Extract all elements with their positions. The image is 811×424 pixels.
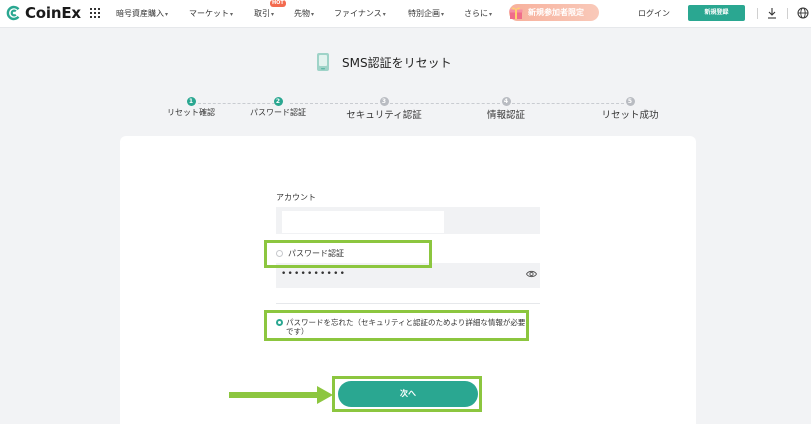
password-input-value: •••••••••• <box>281 269 347 279</box>
header-divider <box>787 8 788 19</box>
arrow-right-icon <box>229 386 333 404</box>
step-4: 4 情報認証 <box>456 96 556 121</box>
step-label: パスワード認証 <box>250 108 306 117</box>
chevron-down-icon: ▾ <box>489 11 493 18</box>
step-number: 4 <box>501 97 511 106</box>
chevron-down-icon: ▾ <box>230 11 234 18</box>
header-divider <box>757 8 758 19</box>
highlight-box <box>264 240 432 268</box>
chevron-down-icon: ▾ <box>311 11 315 18</box>
step-label: 情報認証 <box>486 110 525 121</box>
login-link[interactable]: ログイン <box>638 8 670 19</box>
top-navbar: CoinEx 暗号資産購入▾ マーケット▾ 取引▾ HOT 先物▾ ファイナンス… <box>0 0 811 28</box>
promo-banner[interactable]: 新規参加者限定 <box>509 4 599 21</box>
step-number: 5 <box>625 97 635 106</box>
nav-more-label: さらに <box>464 9 488 18</box>
eye-icon[interactable] <box>526 270 537 278</box>
nav-trade-label: 取引 <box>254 9 270 18</box>
nav-buy-crypto-label: 暗号資産購入 <box>116 9 164 18</box>
phone-icon <box>317 53 329 71</box>
chevron-down-icon: ▾ <box>271 11 275 18</box>
nav-futures[interactable]: 先物▾ <box>294 8 314 19</box>
coinex-logo-icon <box>6 5 20 21</box>
nav-special-label: 特別企画 <box>408 9 440 18</box>
page-header: SMS認証をリセット <box>316 52 452 72</box>
globe-icon[interactable] <box>797 7 809 19</box>
apps-grid-icon[interactable] <box>90 8 100 18</box>
account-input[interactable] <box>282 211 444 233</box>
chevron-down-icon: ▾ <box>165 11 169 18</box>
step-number: 1 <box>186 97 196 106</box>
nav-special[interactable]: 特別企画▾ <box>408 8 444 19</box>
logo-text: CoinEx <box>25 4 81 22</box>
step-number: 3 <box>379 97 389 106</box>
step-5: 5 リセット成功 <box>580 96 680 121</box>
highlight-box <box>332 376 482 412</box>
nav-finance[interactable]: ファイナンス▾ <box>334 8 386 19</box>
page-title: SMS認証をリセット <box>342 55 452 70</box>
nav-more[interactable]: さらに▾ <box>464 8 492 19</box>
step-2: 2 パスワード認証 <box>228 96 328 118</box>
download-icon[interactable] <box>767 7 777 19</box>
nav-buy-crypto[interactable]: 暗号資産購入▾ <box>116 8 168 19</box>
step-label: リセット確認 <box>167 108 215 117</box>
step-label: セキュリティ認証 <box>346 110 422 121</box>
highlight-box <box>264 310 529 341</box>
chevron-down-icon: ▾ <box>382 11 386 18</box>
progress-stepper: 1 リセット確認 2 パスワード認証 3 セキュリティ認証 4 情報認証 5 リ… <box>0 96 811 136</box>
promo-label: 新規参加者限定 <box>528 8 584 17</box>
nav-trade[interactable]: 取引▾ <box>254 8 274 19</box>
nav-markets-label: マーケット <box>189 9 229 18</box>
nav-finance-label: ファイナンス <box>334 9 382 18</box>
step-label: リセット成功 <box>601 110 659 121</box>
coinex-logo[interactable]: CoinEx <box>6 4 81 22</box>
account-label: アカウント <box>276 193 316 202</box>
step-1: 1 リセット確認 <box>141 96 241 118</box>
hot-badge: HOT <box>270 0 286 7</box>
nav-futures-label: 先物 <box>294 9 310 18</box>
nav-markets[interactable]: マーケット▾ <box>189 8 233 19</box>
step-3: 3 セキュリティ認証 <box>334 96 434 121</box>
gift-icon <box>509 7 523 19</box>
chevron-down-icon: ▾ <box>441 11 445 18</box>
step-number: 2 <box>273 97 283 106</box>
register-button[interactable]: 新規登録 <box>688 5 745 21</box>
form-divider <box>276 303 540 304</box>
